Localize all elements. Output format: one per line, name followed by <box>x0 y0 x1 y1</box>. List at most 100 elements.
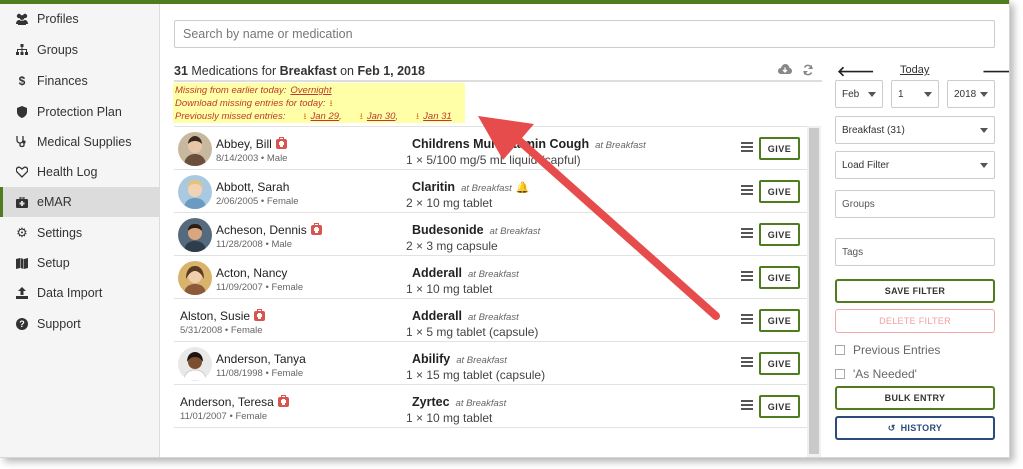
give-button[interactable]: GIVE <box>759 266 800 289</box>
load-filter-select[interactable]: Load Filter <box>835 151 995 179</box>
sidebar-item-setup[interactable]: Setup <box>0 248 160 278</box>
menu-icon[interactable] <box>741 357 753 367</box>
checkbox-box[interactable] <box>835 345 845 355</box>
year-select[interactable]: 2018 <box>947 80 995 108</box>
svg-text:?: ? <box>19 319 25 329</box>
sidebar-item-finances[interactable]: $ Finances <box>0 66 160 96</box>
give-button[interactable]: GIVE <box>759 352 800 375</box>
checkbox-box[interactable] <box>835 369 845 379</box>
header-actions <box>778 64 818 78</box>
schedule-label: at Breakfast <box>455 398 507 409</box>
patient-name[interactable]: Acheson, Dennis <box>216 223 322 237</box>
users-icon <box>15 12 29 26</box>
menu-icon[interactable] <box>741 271 753 281</box>
delete-filter-button[interactable]: DELETE FILTER <box>835 309 995 333</box>
caret-down-icon <box>868 92 876 97</box>
sidebar-item-medical-supplies[interactable]: Medical Supplies <box>0 127 160 157</box>
patient-name[interactable]: Anderson, Teresa <box>180 395 289 409</box>
patient-meta: 8/14/2003 • Male <box>216 153 288 164</box>
tags-field[interactable]: Tags <box>835 238 995 266</box>
save-filter-button[interactable]: SAVE FILTER <box>835 279 995 303</box>
arrow-left-icon[interactable]: 🡐 <box>837 63 875 80</box>
cloud-download-icon[interactable] <box>778 64 792 78</box>
overnight-link[interactable]: Overnight <box>290 85 331 96</box>
app-window: Profiles Groups $ Finances Protection Pl… <box>0 0 1010 458</box>
download-icon[interactable]: ⭳ <box>330 97 333 110</box>
menu-icon[interactable] <box>741 142 753 152</box>
medkit-icon <box>15 195 29 209</box>
stethoscope-icon <box>15 135 29 149</box>
question-circle-icon: ? <box>15 317 29 331</box>
bell-icon[interactable]: 🔔 <box>516 181 530 194</box>
menu-icon[interactable] <box>741 314 753 324</box>
medkit-icon <box>277 395 289 407</box>
bulk-entry-button[interactable]: BULK ENTRY <box>835 386 995 410</box>
medication-name-text: Childrens Multivitamin Cough <box>412 137 590 151</box>
sidebar-item-data-import[interactable]: Data Import <box>0 278 160 308</box>
menu-icon[interactable] <box>741 185 753 195</box>
medication-name-text: Abilify <box>412 352 451 366</box>
give-button[interactable]: GIVE <box>759 180 800 203</box>
patient-meta: 11/08/1998 • Female <box>216 368 304 379</box>
schedule-label: at Breakfast <box>456 355 507 366</box>
caret-down-icon <box>924 92 932 97</box>
patient-name-text: Abbey, Bill <box>216 137 272 151</box>
sidebar-item-groups[interactable]: Groups <box>0 35 160 65</box>
missing-earlier-label: Missing from earlier today: <box>175 85 287 96</box>
header-meal: Breakfast <box>279 64 337 78</box>
avatar <box>178 132 212 166</box>
scrollbar-thumb[interactable] <box>809 128 819 454</box>
medication-name-text: Claritin <box>412 180 456 194</box>
map-icon <box>15 256 29 270</box>
give-button[interactable]: GIVE <box>759 309 800 332</box>
sidebar-item-profiles[interactable]: Profiles <box>0 4 160 34</box>
day-value: 1 <box>898 88 904 100</box>
missed-date-link[interactable]: Jan 30 <box>367 111 396 122</box>
missed-date-link[interactable]: Jan 31 <box>423 111 452 122</box>
month-select[interactable]: Feb <box>835 80 883 108</box>
medication-name-text: Adderall <box>412 266 463 280</box>
arrow-right-icon[interactable]: 🡒 <box>982 63 1009 80</box>
schedule-label: at Breakfast <box>595 140 646 151</box>
patient-name[interactable]: Abbey, Bill <box>216 137 287 151</box>
previous-entries-label: Previous Entries <box>853 343 941 357</box>
download-icon: ⭳ <box>303 111 307 121</box>
patient-name[interactable]: Alston, Susie <box>180 309 266 323</box>
menu-icon[interactable] <box>741 400 753 410</box>
menu-icon[interactable] <box>741 228 753 238</box>
patient-name[interactable]: Anderson, Tanya <box>216 352 306 366</box>
sidebar-item-health-log[interactable]: Health Log <box>0 157 160 187</box>
history-icon: ↺ <box>887 422 896 433</box>
download-icon: ⭳ <box>359 111 363 121</box>
day-select[interactable]: 1 <box>891 80 939 108</box>
previous-entries-checkbox[interactable]: Previous Entries <box>835 343 940 357</box>
month-value: Feb <box>842 88 860 100</box>
as-needed-checkbox[interactable]: 'As Needed' <box>835 367 917 381</box>
today-link[interactable]: Today <box>900 64 929 76</box>
medication-dose: 2 × 3 mg capsule <box>406 239 498 253</box>
sidebar-item-label: Groups <box>37 43 78 57</box>
dollar-icon: $ <box>18 74 26 88</box>
meal-select[interactable]: Breakfast (31) <box>835 116 995 144</box>
history-button[interactable]: ↺ HISTORY <box>835 416 995 440</box>
avatar <box>178 175 212 209</box>
give-button[interactable]: GIVE <box>759 223 800 246</box>
refresh-icon[interactable] <box>802 64 814 78</box>
sidebar-item-emar[interactable]: eMAR <box>0 187 160 217</box>
meal-select-value: Breakfast (31) <box>842 124 905 136</box>
search-input[interactable] <box>174 20 995 48</box>
as-needed-label: 'As Needed' <box>853 367 917 381</box>
groups-field[interactable]: Groups <box>835 190 995 218</box>
missed-date-link[interactable]: Jan 29 <box>311 111 340 122</box>
medication-name: Abilify at Breakfast <box>412 352 507 366</box>
patient-name[interactable]: Abbott, Sarah <box>216 180 289 194</box>
sidebar-item-protection-plan[interactable]: Protection Plan <box>0 97 160 127</box>
header-on: on <box>340 64 355 78</box>
patient-meta: 11/01/2007 • Female <box>180 411 268 422</box>
patient-name[interactable]: Acton, Nancy <box>216 266 287 280</box>
give-button[interactable]: GIVE <box>759 395 800 418</box>
give-button[interactable]: GIVE <box>759 137 800 160</box>
sidebar-item-label: Health Log <box>37 165 98 179</box>
sidebar-item-settings[interactable]: ⚙ Settings <box>0 218 160 248</box>
sidebar-item-support[interactable]: ? Support <box>0 309 160 339</box>
